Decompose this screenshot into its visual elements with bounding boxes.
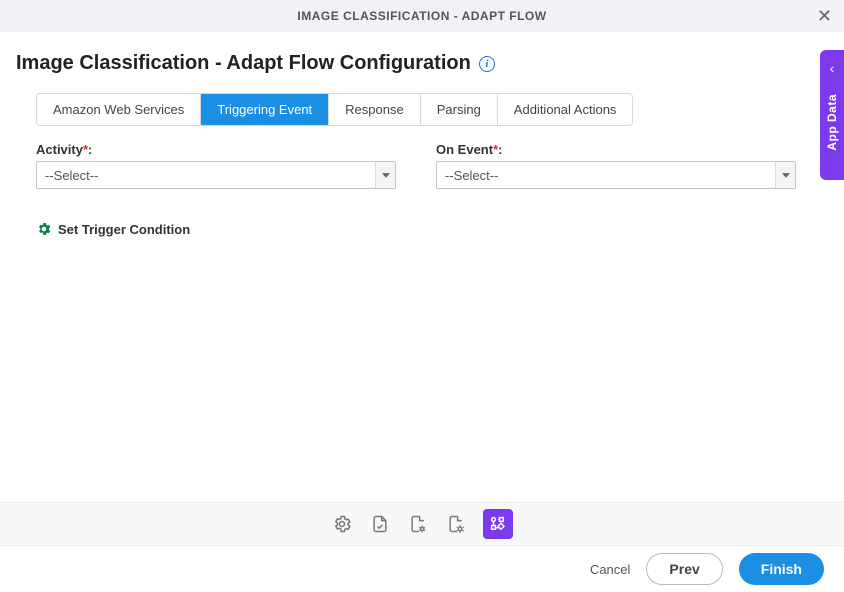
- onevent-select[interactable]: [436, 161, 796, 189]
- activity-group: Activity*:: [36, 142, 396, 189]
- cancel-button[interactable]: Cancel: [590, 562, 630, 577]
- activity-select-wrap: [36, 161, 396, 189]
- tab-response[interactable]: Response: [329, 94, 421, 125]
- page-title-row: Image Classification - Adapt Flow Config…: [16, 52, 828, 75]
- document-check-icon[interactable]: [369, 513, 391, 535]
- page-title: Image Classification - Adapt Flow Config…: [16, 52, 471, 75]
- gear-icon: [36, 221, 52, 237]
- footer-bar: Cancel Prev Finish: [0, 546, 844, 592]
- activity-select[interactable]: [36, 161, 396, 189]
- tabs: Amazon Web Services Triggering Event Res…: [36, 93, 633, 126]
- page-body: Image Classification - Adapt Flow Config…: [0, 32, 844, 237]
- finish-button[interactable]: Finish: [739, 553, 824, 585]
- side-panel-label: App Data: [825, 94, 839, 151]
- chevron-left-icon: ‹: [830, 60, 835, 76]
- flow-icon[interactable]: [483, 509, 513, 539]
- bottom-toolbar: [0, 502, 844, 546]
- settings-icon[interactable]: [331, 513, 353, 535]
- document-cog-icon[interactable]: [445, 513, 467, 535]
- activity-label: Activity*:: [36, 142, 396, 157]
- onevent-select-wrap: [436, 161, 796, 189]
- set-trigger-condition[interactable]: Set Trigger Condition: [16, 221, 828, 237]
- info-icon[interactable]: i: [479, 56, 495, 72]
- trigger-text: Set Trigger Condition: [58, 222, 190, 237]
- onevent-group: On Event*:: [436, 142, 796, 189]
- modal-header: IMAGE CLASSIFICATION - ADAPT FLOW ✕: [0, 0, 844, 32]
- prev-button[interactable]: Prev: [646, 553, 722, 585]
- app-data-panel-toggle[interactable]: ‹ App Data: [820, 50, 844, 180]
- modal-title: IMAGE CLASSIFICATION - ADAPT FLOW: [297, 9, 546, 23]
- tab-parsing[interactable]: Parsing: [421, 94, 498, 125]
- onevent-label: On Event*:: [436, 142, 796, 157]
- form-row: Activity*: On Event*:: [16, 142, 828, 189]
- close-icon[interactable]: ✕: [817, 7, 832, 25]
- document-gear-icon[interactable]: [407, 513, 429, 535]
- tab-triggering-event[interactable]: Triggering Event: [201, 94, 329, 125]
- tab-aws[interactable]: Amazon Web Services: [37, 94, 201, 125]
- tab-additional-actions[interactable]: Additional Actions: [498, 94, 633, 125]
